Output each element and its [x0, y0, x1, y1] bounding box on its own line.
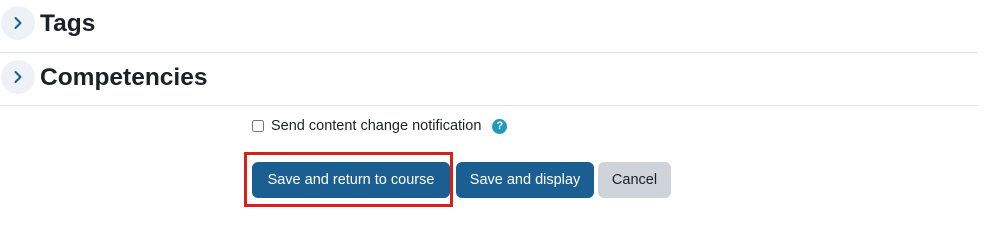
section-competencies: Competencies: [0, 53, 978, 106]
save-and-display-button[interactable]: Save and display: [456, 162, 594, 198]
cancel-button[interactable]: Cancel: [598, 162, 671, 198]
chevron-right-icon[interactable]: [1, 60, 35, 94]
save-and-return-button[interactable]: Save and return to course: [252, 162, 450, 198]
question-circle-icon[interactable]: ?: [492, 118, 508, 134]
section-tags: Tags: [0, 0, 978, 53]
send-notification-checkbox[interactable]: [252, 120, 264, 132]
section-title-competencies[interactable]: Competencies: [40, 65, 207, 91]
notification-row: Send content change notification ?: [252, 117, 508, 135]
chevron-right-icon[interactable]: [1, 6, 35, 40]
form-footer: Tags Competencies Send content change no…: [0, 0, 994, 211]
send-notification-label[interactable]: Send content change notification: [271, 118, 481, 134]
section-title-tags[interactable]: Tags: [40, 11, 95, 37]
